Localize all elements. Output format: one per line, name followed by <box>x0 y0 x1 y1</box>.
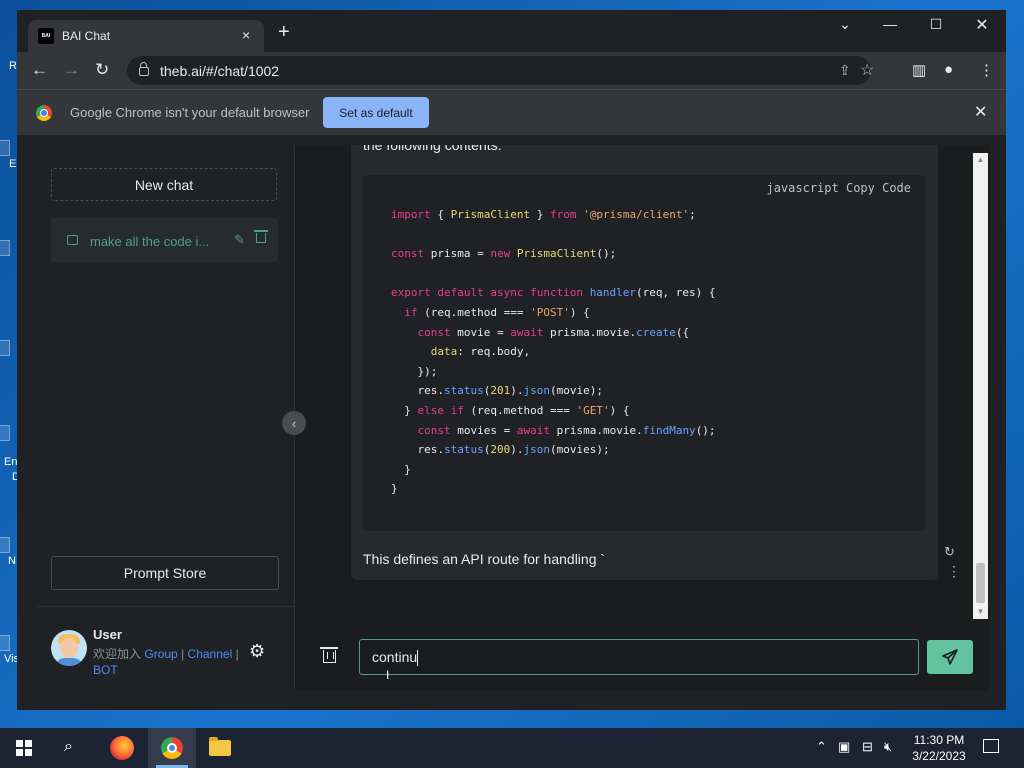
code-language-label: javascript <box>766 181 839 195</box>
url-text[interactable]: theb.ai/#/chat/1002 <box>160 63 279 79</box>
channel-link[interactable]: Channel <box>188 647 233 661</box>
reload-icon[interactable]: ↻ <box>95 60 109 80</box>
scroll-down-arrow-icon[interactable]: ▼ <box>973 605 988 619</box>
desktop-icon[interactable] <box>0 537 10 553</box>
scrollbar[interactable]: ▲ ▼ <box>973 153 988 619</box>
copy-code-button[interactable]: Copy Code <box>846 181 911 195</box>
link-separator: | <box>181 647 185 661</box>
desktop-icon-label: N <box>8 555 16 567</box>
desktop-icon[interactable] <box>0 635 10 651</box>
desktop-icon[interactable] <box>0 240 10 256</box>
network-icon[interactable]: ⊟ <box>862 739 873 755</box>
lock-icon[interactable] <box>139 62 149 76</box>
chat-bubble-icon <box>67 235 78 245</box>
edit-pencil-icon[interactable]: ✎ <box>234 232 245 248</box>
forward-arrow-icon[interactable]: → <box>63 60 80 80</box>
avatar-shirt <box>55 658 83 666</box>
tray-app-icon[interactable]: ▣ <box>838 739 850 755</box>
message-text: This defines an API route for handling ` <box>363 551 606 567</box>
user-welcome-links: 欢迎加入 Group | Channel | BOT <box>93 646 243 678</box>
link-separator: | <box>235 647 239 661</box>
clear-chat-trash-icon[interactable] <box>320 647 338 663</box>
new-tab-button[interactable]: + <box>278 22 290 42</box>
assistant-message: the following contents: javascript Copy … <box>351 145 961 580</box>
windows-start-icon[interactable] <box>16 740 32 756</box>
browser-toolbar: ← → ↻ theb.ai/#/chat/1002 ⇪ ☆ ▥ ● ⋮ <box>17 52 1006 89</box>
chrome-logo-icon <box>36 105 52 121</box>
desktop-icon-label: En <box>4 456 18 468</box>
menu-kebab-icon[interactable]: ⋮ <box>979 61 994 79</box>
message-input[interactable]: continu <box>359 639 919 675</box>
bai-favicon-icon: BAI <box>38 28 54 44</box>
close-window-icon[interactable]: ✕ <box>967 15 997 35</box>
set-as-default-button[interactable]: Set as default <box>323 97 429 128</box>
text-caret <box>417 650 419 667</box>
infobar-close-icon[interactable]: ✕ <box>974 102 987 122</box>
desktop-icon[interactable] <box>0 340 10 356</box>
mouse-cursor-ibeam-icon: I <box>386 668 390 682</box>
share-icon[interactable]: ⇪ <box>839 62 851 79</box>
clock-date: 3/22/2023 <box>912 749 966 763</box>
tab-search-chevron-icon[interactable]: ⌄ <box>830 16 860 33</box>
divider <box>37 606 294 607</box>
default-browser-infobar: Google Chrome isn't your default browser… <box>17 89 1006 135</box>
back-arrow-icon[interactable]: ← <box>31 60 48 80</box>
desktop-icon[interactable] <box>0 425 10 441</box>
send-button[interactable] <box>927 640 973 674</box>
bookmark-star-icon[interactable]: ☆ <box>860 60 874 80</box>
desktop-icon-label: R <box>9 60 17 72</box>
taskbar-clock[interactable]: 11:30 PM 3/22/2023 <box>906 732 972 764</box>
prompt-store-button[interactable]: Prompt Store <box>51 556 279 590</box>
new-chat-button[interactable]: New chat <box>51 168 277 201</box>
search-icon[interactable]: ⌕ <box>64 738 73 756</box>
volume-muted-icon[interactable]: 🔇︎ <box>884 739 892 755</box>
taskbar: ⌕ ⌃ ▣ ⊟ 🔇︎ 11:30 PM 3/22/2023 <box>0 728 1024 768</box>
collapse-sidebar-chevron-icon[interactable]: ‹ <box>282 411 306 435</box>
settings-gear-icon[interactable]: ⚙ <box>249 641 265 662</box>
chat-history-item[interactable]: make all the code i... ✎ <box>51 218 278 262</box>
clock-time: 11:30 PM <box>913 733 965 747</box>
file-explorer-icon[interactable] <box>209 737 231 756</box>
code-content: import { PrismaClient } from '@prisma/cl… <box>391 208 716 496</box>
tab-title: BAI Chat <box>62 29 111 43</box>
scrollbar-thumb[interactable] <box>976 563 985 603</box>
side-panel-icon[interactable]: ▥ <box>912 61 926 79</box>
user-name: User <box>93 627 122 642</box>
tab-close-icon[interactable]: × <box>242 27 250 43</box>
welcome-text: 欢迎加入 <box>93 647 142 661</box>
tray-chevron-up-icon[interactable]: ⌃ <box>816 739 827 755</box>
firefox-icon[interactable] <box>110 736 134 760</box>
sidebar: New chat make all the code i... ✎ Prompt… <box>17 145 294 691</box>
chat-app: New chat make all the code i... ✎ Prompt… <box>17 145 989 691</box>
minimize-icon[interactable]: — <box>875 16 905 32</box>
notifications-icon[interactable] <box>983 739 999 753</box>
avatar-face <box>60 638 78 658</box>
taskbar-chrome-active[interactable] <box>148 728 196 768</box>
tab-bai-chat[interactable]: BAI BAI Chat × <box>28 20 264 52</box>
tab-strip: BAI BAI Chat × + ⌄ — ☐ ✕ <box>17 10 1006 52</box>
regenerate-icon[interactable]: ↻ <box>944 544 955 560</box>
more-options-icon[interactable]: ⋮ <box>947 563 961 580</box>
chrome-icon[interactable] <box>161 737 183 759</box>
maximize-icon[interactable]: ☐ <box>921 16 951 33</box>
scroll-up-arrow-icon[interactable]: ▲ <box>973 153 988 167</box>
code-block: javascript Copy Code import { PrismaClie… <box>363 175 925 531</box>
avatar[interactable] <box>51 630 87 666</box>
group-link[interactable]: Group <box>144 647 177 661</box>
desktop-icon-label: E <box>9 158 17 170</box>
bot-link[interactable]: BOT <box>93 663 118 677</box>
infobar-message: Google Chrome isn't your default browser <box>70 105 310 120</box>
send-paper-plane-icon <box>942 649 958 665</box>
desktop-icon[interactable] <box>0 140 10 156</box>
profile-icon[interactable]: ● <box>944 61 953 78</box>
chat-history-label: make all the code i... <box>90 234 210 249</box>
message-input-value: continu <box>372 649 418 665</box>
delete-trash-icon[interactable] <box>254 230 268 243</box>
address-bar[interactable]: theb.ai/#/chat/1002 ⇪ ☆ <box>127 56 874 85</box>
code-block-header: javascript Copy Code <box>766 181 911 195</box>
